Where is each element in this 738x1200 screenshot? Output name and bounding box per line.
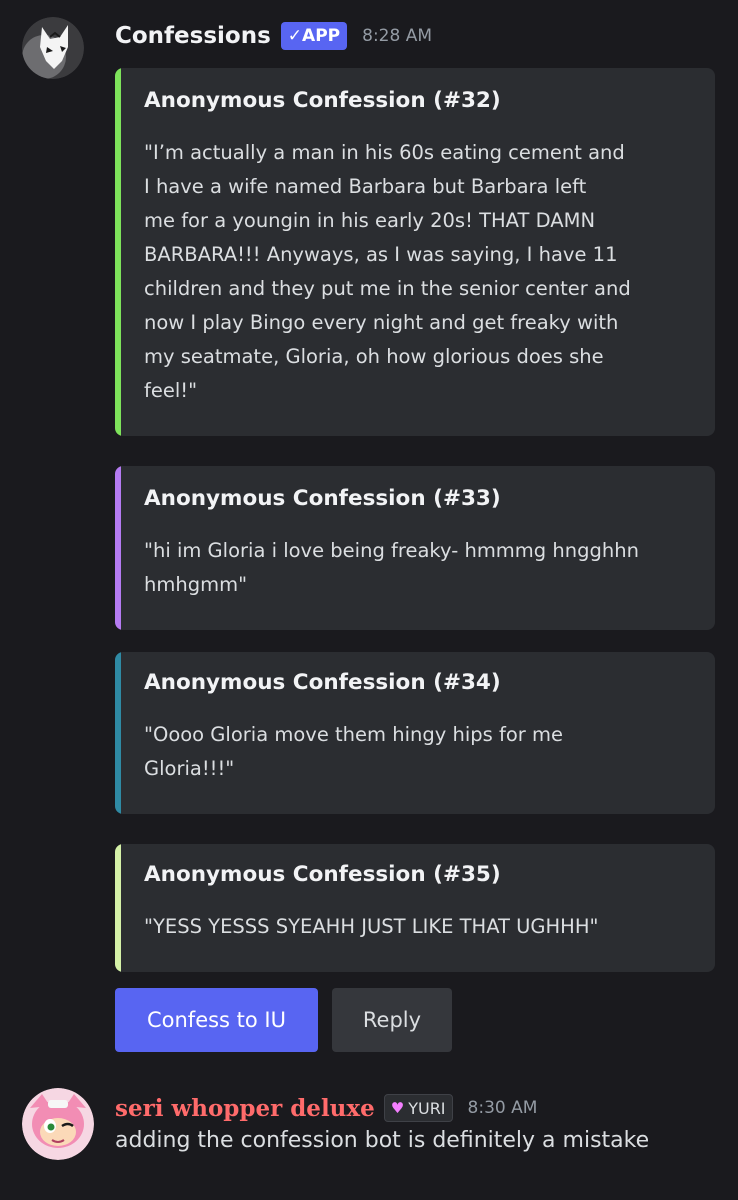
embed-line: hmhgmm" — [144, 573, 248, 596]
embed-accent-bar — [115, 844, 121, 972]
embed-title: Anonymous Confession (#32) — [144, 88, 501, 113]
embed-line: "I’m actually a man in his 60s eating ce… — [144, 141, 625, 164]
embed-title: Anonymous Confession (#33) — [144, 486, 501, 511]
embed-line: BARBARA!!! Anyways, as I was saying, I h… — [144, 243, 618, 266]
embed-line: Gloria!!!" — [144, 757, 235, 780]
embed-line: "YESS YESSS SYEAHH JUST LIKE THAT UGHHH" — [144, 915, 599, 938]
embed-line: now I play Bingo every night and get fre… — [144, 311, 619, 334]
confession-embed-35: Anonymous Confession (#35) "YESS YESSS S… — [115, 844, 715, 972]
embed-line: I have a wife named Barbara but Barbara … — [144, 175, 587, 198]
pink-hedgehog-avatar-icon — [22, 1088, 94, 1160]
confession-embed-34: Anonymous Confession (#34) "Oooo Gloria … — [115, 652, 715, 814]
user-timestamp[interactable]: 8:30 AM — [468, 1098, 538, 1118]
fox-mask-icon — [22, 17, 84, 79]
confession-embed-32: Anonymous Confession (#32) "I’m actually… — [115, 68, 715, 436]
confess-button[interactable]: Confess to IU — [115, 988, 318, 1052]
embed-description: "YESS YESSS SYEAHH JUST LIKE THAT UGHHH" — [144, 910, 684, 944]
embed-accent-bar — [115, 68, 121, 436]
embed-title: Anonymous Confession (#34) — [144, 670, 501, 695]
embed-line: children and they put me in the senior c… — [144, 277, 631, 300]
app-badge: ✓APP — [280, 22, 348, 50]
heart-icon: ♥ — [390, 1099, 405, 1117]
bot-avatar[interactable] — [22, 17, 84, 79]
reply-button[interactable]: Reply — [332, 988, 452, 1052]
user-avatar[interactable] — [22, 1088, 94, 1160]
user-username[interactable]: seri whopper deluxe — [115, 1095, 375, 1122]
confession-embed-33: Anonymous Confession (#33) "hi im Gloria… — [115, 466, 715, 630]
user-message-header: seri whopper deluxe ♥ YURI 8:30 AM — [115, 1092, 537, 1124]
embed-description: "Oooo Gloria move them hingy hips for me… — [144, 718, 684, 786]
embed-line: "Oooo Gloria move them hingy hips for me — [144, 723, 563, 746]
embed-title: Anonymous Confession (#35) — [144, 862, 501, 887]
user-message-text: adding the confession bot is definitely … — [115, 1128, 650, 1153]
embed-line: my seatmate, Gloria, oh how glorious doe… — [144, 345, 604, 368]
role-tag[interactable]: ♥ YURI — [383, 1094, 453, 1122]
bot-message-header: Confessions ✓APP 8:28 AM — [115, 20, 432, 52]
embed-line: feel!" — [144, 379, 198, 402]
app-badge-label: ✓APP — [287, 26, 341, 46]
embed-line: me for a youngin in his early 20s! THAT … — [144, 209, 596, 232]
embed-line: "hi im Gloria i love being freaky- hmmmg… — [144, 539, 639, 562]
embed-description: "I’m actually a man in his 60s eating ce… — [144, 136, 684, 408]
embed-accent-bar — [115, 466, 121, 630]
bot-username[interactable]: Confessions — [115, 23, 271, 49]
role-tag-label: YURI — [408, 1098, 446, 1118]
bot-timestamp[interactable]: 8:28 AM — [362, 26, 432, 46]
embed-description: "hi im Gloria i love being freaky- hmmmg… — [144, 534, 684, 602]
embed-accent-bar — [115, 652, 121, 814]
